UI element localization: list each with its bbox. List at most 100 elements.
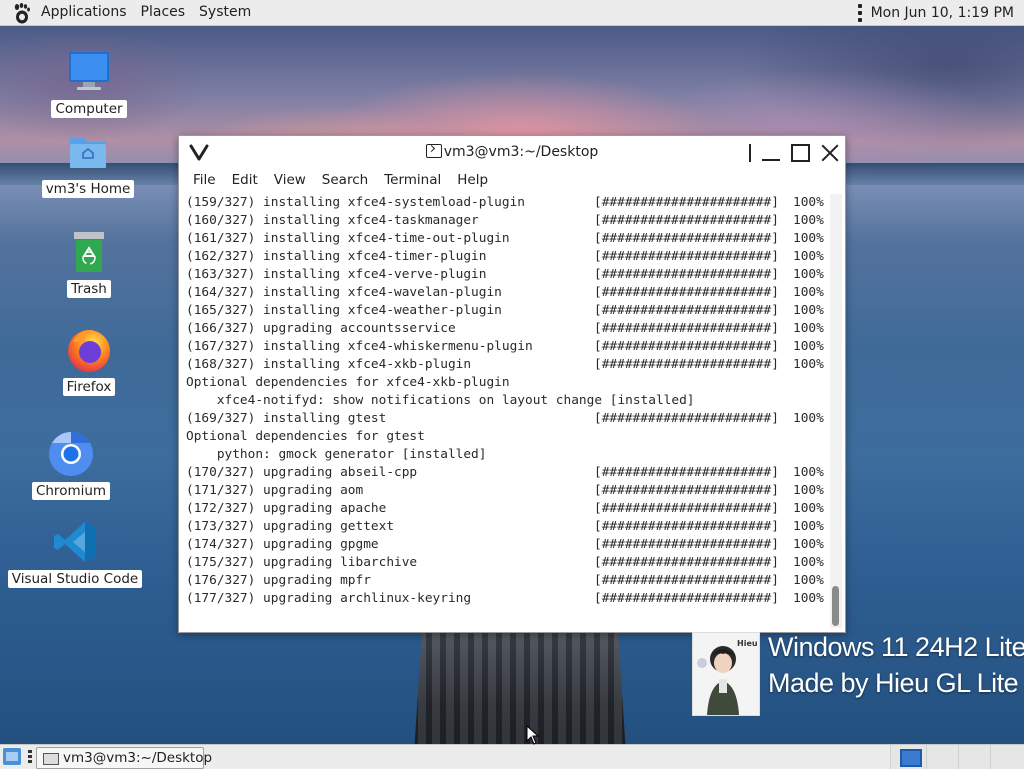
terminal-line-text: (176/327) upgrading mpfr xyxy=(186,573,371,588)
menu-search[interactable]: Search xyxy=(314,172,376,188)
desktop-icon-trash[interactable]: Trash xyxy=(52,228,126,298)
terminal-line-text: xfce4-notifyd: show notifications on lay… xyxy=(186,393,695,408)
terminal-line-text: Optional dependencies for xfce4-xkb-plug… xyxy=(186,375,510,390)
gnome-foot-icon[interactable] xyxy=(10,2,32,24)
watermark: Hieu Windows 11 24H2 Lite Made by Hieu G… xyxy=(692,630,1024,716)
terminal-progress-percent: 100% xyxy=(793,519,824,534)
terminal-progress-percent: 100% xyxy=(793,357,824,372)
terminal-progress-percent: 100% xyxy=(793,537,824,552)
terminal-line: (171/327) upgrading aom [################… xyxy=(186,482,826,500)
terminal-progress-bar: [######################] xyxy=(594,303,779,318)
panel-kebab-icon[interactable] xyxy=(857,3,862,22)
terminal-line-text: (165/327) installing xfce4-weather-plugi… xyxy=(186,303,502,318)
workspace-4[interactable] xyxy=(990,745,1024,769)
terminal-progress-percent: 100% xyxy=(793,231,824,246)
terminal-line-text: (164/327) installing xfce4-wavelan-plugi… xyxy=(186,285,502,300)
terminal-line-text: (169/327) installing gtest xyxy=(186,411,387,426)
desktop-icon-label: Firefox xyxy=(62,378,116,396)
minimize-button[interactable] xyxy=(760,142,782,164)
vscode-icon xyxy=(54,522,95,562)
terminal-line: (161/327) installing xfce4-time-out-plug… xyxy=(186,230,826,248)
terminal-line: (176/327) upgrading mpfr [###############… xyxy=(186,572,826,590)
terminal-line: xfce4-notifyd: show notifications on lay… xyxy=(186,392,826,410)
desktop-icon-firefox[interactable]: Firefox xyxy=(52,326,126,396)
terminal-progress-percent: 100% xyxy=(793,501,824,516)
terminal-line: (162/327) installing xfce4-timer-plugin [… xyxy=(186,248,826,266)
desktop-icon-vscode[interactable]: Visual Studio Code xyxy=(7,518,143,588)
terminal-window[interactable]: vm3@vm3:~/Desktop File Edit View Search … xyxy=(178,135,846,633)
show-desktop-icon[interactable] xyxy=(3,748,21,765)
menu-system[interactable]: System xyxy=(192,0,258,25)
terminal-line-text: (173/327) upgrading gettext xyxy=(186,519,395,534)
terminal-line: (169/327) installing gtest [#############… xyxy=(186,410,826,428)
terminal-progress-percent: 100% xyxy=(793,267,824,282)
terminal-output[interactable]: (159/327) installing xfce4-systemload-pl… xyxy=(179,192,829,630)
title-separator xyxy=(749,144,751,162)
terminal-progress-bar: [######################] xyxy=(594,501,779,516)
terminal-progress-bar: [######################] xyxy=(594,285,779,300)
terminal-line-text: (162/327) installing xfce4-timer-plugin xyxy=(186,249,487,264)
menu-view[interactable]: View xyxy=(266,172,314,188)
terminal-line-text: (160/327) installing xfce4-taskmanager xyxy=(186,213,479,228)
panel-handle-icon[interactable] xyxy=(28,750,32,763)
terminal-icon xyxy=(425,144,442,158)
terminal-line: (166/327) upgrading accountsservice [####… xyxy=(186,320,826,338)
terminal-progress-bar: [######################] xyxy=(594,339,779,354)
menu-help[interactable]: Help xyxy=(449,172,496,188)
desktop-icon-label: vm3's Home xyxy=(41,180,135,198)
terminal-progress-bar: [######################] xyxy=(594,267,779,282)
maximize-button[interactable] xyxy=(789,142,811,164)
terminal-line-text: (167/327) installing xfce4-whiskermenu-p… xyxy=(186,339,533,354)
terminal-progress-bar: [######################] xyxy=(594,465,779,480)
close-button[interactable] xyxy=(819,142,841,164)
terminal-progress-percent: 100% xyxy=(793,465,824,480)
terminal-line: python: gmock generator [installed] xyxy=(186,446,826,464)
terminal-line: (165/327) installing xfce4-weather-plugi… xyxy=(186,302,826,320)
menu-edit[interactable]: Edit xyxy=(224,172,266,188)
terminal-progress-bar: [######################] xyxy=(594,195,779,210)
desktop-icon-home[interactable]: vm3's Home xyxy=(41,128,135,198)
terminal-progress-percent: 100% xyxy=(793,321,824,336)
terminal-scrollbar[interactable] xyxy=(830,194,842,628)
terminal-line: (159/327) installing xfce4-systemload-pl… xyxy=(186,194,826,212)
chromium-icon xyxy=(49,432,93,476)
terminal-line: (170/327) upgrading abseil-cpp [#########… xyxy=(186,464,826,482)
window-title-text: vm3@vm3:~/Desktop xyxy=(443,144,599,160)
terminal-line: (167/327) installing xfce4-whiskermenu-p… xyxy=(186,338,826,356)
terminal-menubar: File Edit View Search Terminal Help xyxy=(179,169,845,191)
menu-applications[interactable]: Applications xyxy=(34,0,134,25)
avatar-caption: Hieu xyxy=(737,639,758,648)
desktop-icon-chromium[interactable]: Chromium xyxy=(31,430,111,500)
taskbar-window-label: vm3@vm3:~/Desktop xyxy=(63,750,213,766)
terminal-line-text: (170/327) upgrading abseil-cpp xyxy=(186,465,418,480)
title-bar[interactable]: vm3@vm3:~/Desktop xyxy=(179,136,845,168)
terminal-line-text: (159/327) installing xfce4-systemload-pl… xyxy=(186,195,525,210)
clock[interactable]: Mon Jun 10, 1:19 PM xyxy=(871,5,1014,21)
menu-places[interactable]: Places xyxy=(134,0,193,25)
desktop-icon-computer[interactable]: Computer xyxy=(51,48,127,118)
terminal-line: (168/327) installing xfce4-xkb-plugin [##… xyxy=(186,356,826,374)
terminal-line: (160/327) installing xfce4-taskmanager [#… xyxy=(186,212,826,230)
terminal-progress-bar: [######################] xyxy=(594,591,779,606)
terminal-line: (174/327) upgrading gpgme [##############… xyxy=(186,536,826,554)
bottom-panel: vm3@vm3:~/Desktop xyxy=(0,744,1024,769)
terminal-progress-percent: 100% xyxy=(793,195,824,210)
menu-file[interactable]: File xyxy=(185,172,224,188)
workspace-1[interactable] xyxy=(890,745,927,769)
trash-icon xyxy=(74,232,104,272)
desktop-icon-label: Visual Studio Code xyxy=(7,570,143,588)
terminal-progress-bar: [######################] xyxy=(594,537,779,552)
terminal-progress-percent: 100% xyxy=(793,249,824,264)
terminal-progress-percent: 100% xyxy=(793,303,824,318)
terminal-line: Optional dependencies for xfce4-xkb-plug… xyxy=(186,374,826,392)
terminal-line-text: Optional dependencies for gtest xyxy=(186,429,425,444)
terminal-progress-bar: [######################] xyxy=(594,555,779,570)
firefox-icon xyxy=(68,330,110,372)
terminal-line: (172/327) upgrading apache [#############… xyxy=(186,500,826,518)
scrollbar-thumb[interactable] xyxy=(832,586,839,626)
terminal-progress-percent: 100% xyxy=(793,573,824,588)
taskbar-window-button[interactable]: vm3@vm3:~/Desktop xyxy=(36,747,212,769)
desktop-icon-label: Computer xyxy=(51,100,127,118)
terminal-progress-percent: 100% xyxy=(793,339,824,354)
menu-terminal[interactable]: Terminal xyxy=(376,172,449,188)
